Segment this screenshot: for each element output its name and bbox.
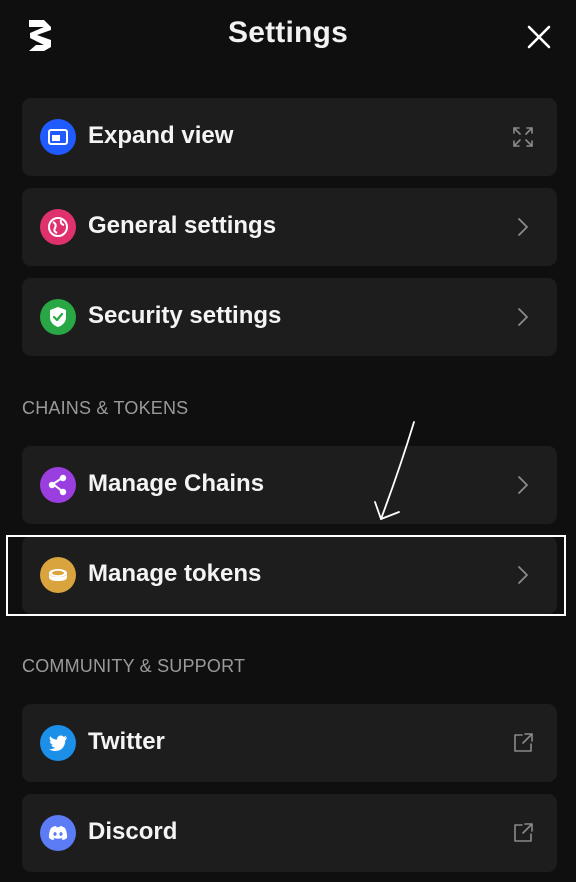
twitter-label: Twitter xyxy=(88,728,165,755)
expand-view-icon xyxy=(40,119,76,155)
security-settings-label: Security settings xyxy=(88,302,282,329)
manage-tokens-label: Manage tokens xyxy=(88,560,262,587)
manage-chains-label: Manage Chains xyxy=(88,470,265,497)
general-settings-label: General settings xyxy=(88,212,277,239)
globe-icon xyxy=(40,209,76,245)
settings-header: Settings xyxy=(0,0,576,76)
general-settings-item[interactable]: General settings xyxy=(22,188,557,266)
chevron-right-icon xyxy=(511,563,535,587)
coin-icon xyxy=(40,557,76,593)
security-settings-item[interactable]: Security settings xyxy=(22,278,557,356)
section-title-community-support: COMMUNITY & SUPPORT xyxy=(22,656,246,676)
expand-view-label: Expand view xyxy=(88,122,234,149)
external-link-icon xyxy=(511,731,535,755)
close-icon[interactable] xyxy=(524,22,554,52)
manage-tokens-item[interactable]: Manage tokens xyxy=(22,536,557,614)
chevron-right-icon xyxy=(511,473,535,497)
page-title: Settings xyxy=(228,16,348,49)
twitter-bird-icon xyxy=(40,725,76,761)
discord-link-item[interactable]: Discord xyxy=(22,794,557,872)
discord-label: Discord xyxy=(88,818,178,845)
share-nodes-icon xyxy=(40,467,76,503)
twitter-link-item[interactable]: Twitter xyxy=(22,704,557,782)
expand-arrows-icon xyxy=(511,125,535,149)
expand-view-item[interactable]: Expand view xyxy=(22,98,557,176)
chevron-right-icon xyxy=(511,305,535,329)
shield-check-icon xyxy=(40,299,76,335)
manage-chains-item[interactable]: Manage Chains xyxy=(22,446,557,524)
chevron-right-icon xyxy=(511,215,535,239)
section-title-chains-tokens: CHAINS & TOKENS xyxy=(22,398,189,418)
discord-icon xyxy=(40,815,76,851)
external-link-icon xyxy=(511,821,535,845)
